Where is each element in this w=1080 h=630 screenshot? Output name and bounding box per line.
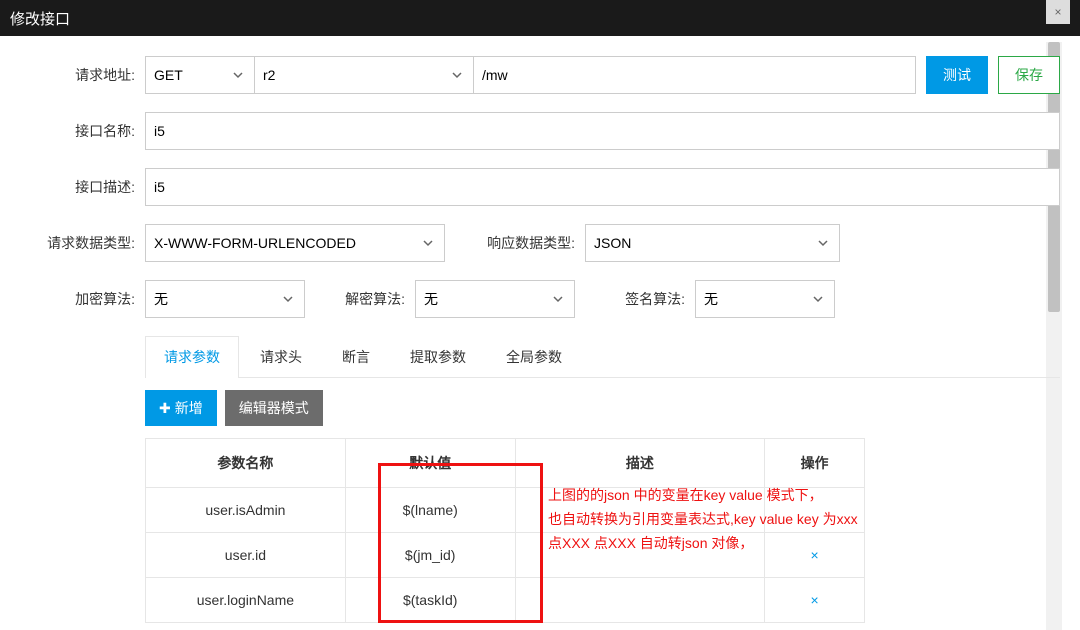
label-url: 请求地址:: [10, 65, 145, 85]
cell-op: ×: [765, 578, 865, 623]
tab-global[interactable]: 全局参数: [487, 336, 581, 377]
label-name: 接口名称:: [10, 121, 145, 141]
host-select[interactable]: r2: [254, 56, 474, 94]
th-name: 参数名称: [146, 439, 346, 488]
close-icon[interactable]: ×: [1046, 0, 1070, 24]
path-input[interactable]: [473, 56, 916, 94]
cell-value[interactable]: $(lname): [345, 488, 515, 533]
label-restype: 响应数据类型:: [445, 233, 585, 253]
modal-titlebar: 修改接口 ×: [0, 0, 1080, 36]
tab-assert[interactable]: 断言: [323, 336, 389, 377]
cell-name[interactable]: user.id: [146, 533, 346, 578]
reqtype-select[interactable]: X-WWW-FORM-URLENCODED: [145, 224, 445, 262]
delete-icon[interactable]: ×: [810, 592, 818, 608]
editor-mode-button[interactable]: 编辑器模式: [225, 390, 323, 426]
cell-value[interactable]: $(jm_id): [345, 533, 515, 578]
save-button[interactable]: 保存: [998, 56, 1060, 94]
desc-input[interactable]: [145, 168, 1060, 206]
tab-headers[interactable]: 请求头: [241, 336, 321, 377]
tab-request-params[interactable]: 请求参数: [145, 336, 239, 378]
modal-title: 修改接口: [10, 8, 70, 29]
th-desc: 描述: [515, 439, 765, 488]
label-desc: 接口描述:: [10, 177, 145, 197]
cell-value[interactable]: $(taskId): [345, 578, 515, 623]
th-op: 操作: [765, 439, 865, 488]
plus-icon: ✚: [159, 400, 171, 417]
label-decrypt: 解密算法:: [305, 289, 415, 309]
label-encrypt: 加密算法:: [10, 289, 145, 309]
cell-name[interactable]: user.loginName: [146, 578, 346, 623]
cell-name[interactable]: user.isAdmin: [146, 488, 346, 533]
cell-desc[interactable]: [515, 578, 765, 623]
method-select[interactable]: GET: [145, 56, 255, 94]
table-row: user.loginName $(taskId) ×: [146, 578, 865, 623]
name-input[interactable]: [145, 112, 1060, 150]
annotation-text: 上图的的json 中的变量在key value 模式下， 也自动转换为引用变量表…: [548, 484, 948, 555]
add-button[interactable]: ✚新增: [145, 390, 217, 426]
tabs: 请求参数 请求头 断言 提取参数 全局参数: [145, 336, 1060, 378]
encrypt-select[interactable]: 无: [145, 280, 305, 318]
sign-select[interactable]: 无: [695, 280, 835, 318]
th-value: 默认值: [345, 439, 515, 488]
restype-select[interactable]: JSON: [585, 224, 840, 262]
label-reqtype: 请求数据类型:: [10, 233, 145, 253]
test-button[interactable]: 测试: [926, 56, 988, 94]
tab-extract[interactable]: 提取参数: [391, 336, 485, 377]
decrypt-select[interactable]: 无: [415, 280, 575, 318]
label-sign: 签名算法:: [575, 289, 695, 309]
